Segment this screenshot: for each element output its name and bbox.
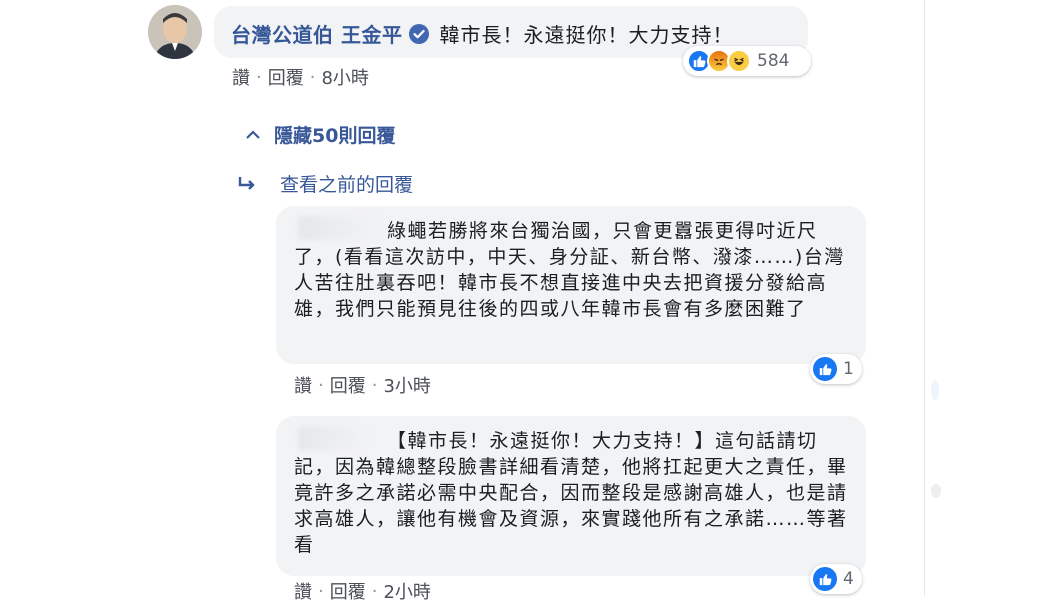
reaction-count: 584 bbox=[757, 51, 790, 71]
like-count: 1 bbox=[843, 359, 854, 379]
like-count: 4 bbox=[843, 569, 854, 589]
dot-separator: · bbox=[309, 66, 316, 88]
faint-mark bbox=[931, 380, 939, 400]
dot-separator: · bbox=[318, 580, 324, 602]
reply-likes[interactable]: 1 bbox=[810, 354, 862, 384]
dot-separator: · bbox=[256, 66, 262, 88]
reply-bubble: 【韓市長！永遠挺你！大力支持！】這句話請切記，因為韓總整段臉書詳細看清楚，他將扛… bbox=[276, 416, 866, 576]
right-panel bbox=[925, 0, 1060, 596]
chevron-up-icon bbox=[242, 124, 264, 146]
like-link[interactable]: 讚 bbox=[294, 372, 312, 398]
comment-author[interactable]: 台灣公道伯 王金平 bbox=[231, 19, 402, 48]
dot-separator: · bbox=[318, 374, 324, 396]
view-previous-label: 查看之前的回覆 bbox=[280, 174, 414, 196]
verified-badge-icon bbox=[409, 23, 430, 44]
haha-icon bbox=[727, 49, 751, 73]
timestamp[interactable]: 8小時 bbox=[321, 64, 368, 90]
like-icon bbox=[813, 567, 837, 591]
like-icon bbox=[813, 357, 837, 381]
faint-mark bbox=[931, 484, 941, 498]
reply-text: 【韓市長！永遠挺你！大力支持！】這句話請切記，因為韓總整段臉書詳細看清楚，他將扛… bbox=[294, 430, 848, 556]
reply-text: 綠蠅若勝將來台獨治國，只會更囂張更得吋近尺了，(看看這次訪中，中天、身分証、新台… bbox=[294, 220, 845, 320]
avatar[interactable] bbox=[148, 5, 202, 59]
reaction-summary[interactable]: 584 bbox=[683, 46, 811, 76]
hide-replies-label: 隱藏50則回覆 bbox=[274, 125, 396, 147]
timestamp[interactable]: 2小時 bbox=[383, 578, 430, 604]
reply-actions: 讚 · 回覆 · 2小時 bbox=[294, 578, 431, 604]
comment-text: 韓市長！永遠挺你！大力支持！ bbox=[439, 23, 734, 47]
reply-bubble: 綠蠅若勝將來台獨治國，只會更囂張更得吋近尺了，(看看這次訪中，中天、身分証、新台… bbox=[276, 206, 866, 364]
dot-separator: · bbox=[371, 374, 378, 396]
reply-arrow-icon bbox=[236, 173, 258, 195]
view-previous-link[interactable]: 查看之前的回覆 bbox=[236, 170, 413, 197]
avatar-image bbox=[148, 5, 202, 59]
reply-link[interactable]: 回覆 bbox=[330, 372, 366, 398]
hide-replies-link[interactable]: 隱藏50則回覆 bbox=[242, 121, 395, 148]
dot-separator: · bbox=[371, 580, 378, 602]
reply-actions: 讚 · 回覆 · 3小時 bbox=[294, 372, 431, 398]
reply-likes[interactable]: 4 bbox=[810, 564, 862, 594]
reply-link[interactable]: 回覆 bbox=[268, 64, 304, 90]
like-link[interactable]: 讚 bbox=[232, 64, 250, 90]
comment-actions: 讚 · 回覆 · 8小時 bbox=[232, 64, 369, 90]
timestamp[interactable]: 3小時 bbox=[383, 372, 430, 398]
reply-link[interactable]: 回覆 bbox=[330, 578, 366, 604]
like-link[interactable]: 讚 bbox=[294, 578, 312, 604]
